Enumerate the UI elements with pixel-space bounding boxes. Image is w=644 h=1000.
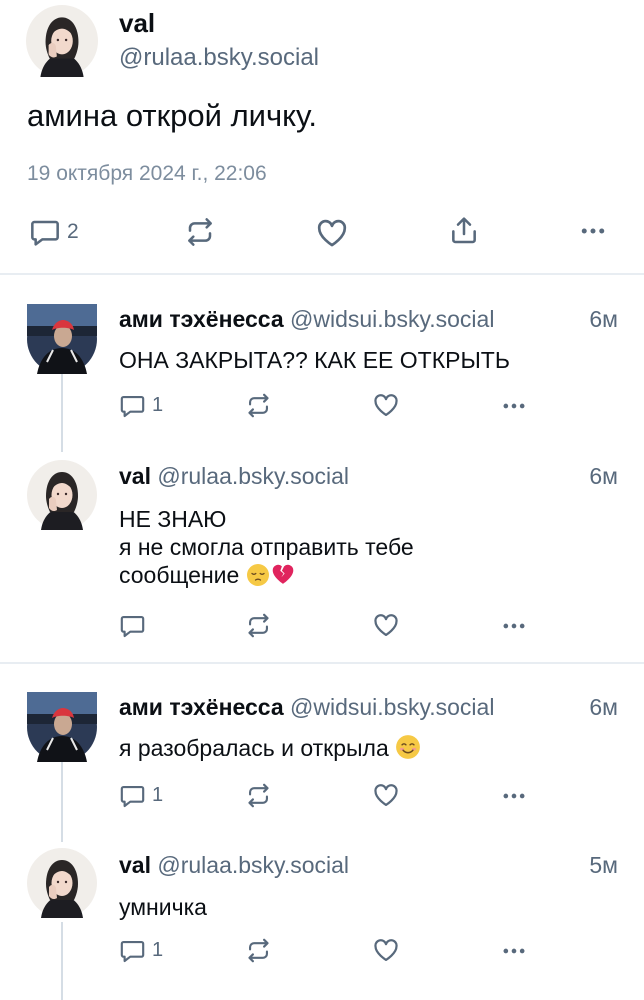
divider (0, 273, 644, 275)
repost-button[interactable] (245, 392, 272, 419)
author-handle[interactable]: @widsui.bsky.social (290, 306, 494, 332)
avatar[interactable] (27, 848, 97, 918)
more-options-button[interactable] (500, 782, 528, 810)
heart-icon (372, 391, 400, 419)
like-button[interactable] (372, 391, 400, 419)
more-icon (578, 216, 608, 246)
reply-line-with-emoji: сообщение (119, 561, 414, 589)
reply-line: умничка (119, 894, 207, 920)
repost-icon (245, 612, 272, 639)
author-name[interactable]: val (119, 852, 151, 878)
more-options-button[interactable] (578, 216, 608, 246)
reply-icon (29, 216, 61, 248)
more-options-button[interactable] (500, 392, 528, 420)
reply-line-with-emoji: я разобралась и открыла (119, 734, 421, 762)
like-button[interactable] (315, 216, 349, 250)
heart-icon (372, 611, 400, 639)
reply-count: 1 (152, 939, 164, 961)
heart-icon (372, 936, 400, 964)
heart-icon (315, 216, 349, 250)
avatar[interactable] (27, 692, 97, 762)
more-options-button[interactable] (500, 937, 528, 965)
reply-text: умничка (119, 893, 207, 921)
like-button[interactable] (372, 781, 400, 809)
more-icon (500, 612, 528, 640)
more-icon (500, 937, 528, 965)
like-button[interactable] (372, 936, 400, 964)
repost-button[interactable] (245, 782, 272, 809)
reply-actions: 1 (0, 933, 644, 969)
repost-icon (245, 392, 272, 419)
reply-line: я не смогла отправить тебе (119, 534, 414, 560)
repost-icon (245, 782, 272, 809)
reply-line: НЕ ЗНАЮ (119, 506, 227, 532)
reply-line: ОНА ЗАКРЫТА?? КАК ЕЕ ОТКРЫТЬ (119, 347, 510, 373)
heart-icon (372, 781, 400, 809)
reply-line: сообщение (119, 562, 240, 588)
like-button[interactable] (372, 611, 400, 639)
reply-header: val @rulaa.bsky.social (119, 463, 349, 490)
reply-button[interactable]: 1 (119, 937, 163, 964)
reply-header: ами тэхёнесса @widsui.bsky.social (119, 694, 494, 721)
reply-icon (119, 392, 146, 419)
more-icon (500, 392, 528, 420)
repost-icon (184, 216, 216, 248)
reply-actions: 1 (0, 388, 644, 424)
post-actions: 2 (0, 210, 644, 254)
reply-header: val @rulaa.bsky.social (119, 852, 349, 879)
more-options-button[interactable] (500, 612, 528, 640)
author-name[interactable]: ами тэхёнесса (119, 694, 284, 720)
share-button[interactable] (448, 214, 480, 246)
author-handle[interactable]: @rulaa.bsky.social (119, 44, 319, 72)
reply-icon (119, 782, 146, 809)
reply-icon (119, 937, 146, 964)
reply-button[interactable]: 1 (119, 782, 163, 809)
avatar[interactable] (27, 460, 97, 530)
reply-count: 1 (152, 784, 164, 806)
reply-button[interactable] (119, 612, 146, 639)
reply-count: 2 (67, 220, 79, 243)
repost-icon (245, 937, 272, 964)
main-post: val @rulaa.bsky.social амина открой личк… (0, 0, 644, 275)
reply-text: ОНА ЗАКРЫТА?? КАК ЕЕ ОТКРЫТЬ (119, 346, 510, 374)
repost-button[interactable] (245, 937, 272, 964)
reply-icon (119, 612, 146, 639)
repost-button[interactable] (184, 216, 216, 248)
broken-heart-emoji (270, 561, 296, 587)
author-handle[interactable]: @rulaa.bsky.social (157, 852, 349, 878)
avatar[interactable] (26, 5, 98, 77)
author-name[interactable]: val (119, 463, 151, 489)
avatar[interactable] (27, 304, 97, 374)
divider (0, 662, 644, 664)
more-icon (500, 782, 528, 810)
reply-actions: 1 (0, 778, 644, 814)
reply-button[interactable]: 1 (119, 392, 163, 419)
timestamp: 6м (589, 463, 618, 489)
author-name[interactable]: val (119, 8, 155, 39)
repost-button[interactable] (245, 612, 272, 639)
reply-header: ами тэхёнесса @widsui.bsky.social (119, 306, 494, 333)
reply-line: я разобралась и открыла (119, 735, 389, 761)
reply-button[interactable]: 2 (29, 216, 79, 248)
reply-text: НЕ ЗНАЮ я не смогла отправить тебе сообщ… (119, 505, 414, 589)
timestamp: 6м (589, 694, 618, 720)
post-date: 19 октября 2024 г., 22:06 (27, 162, 267, 185)
reply-actions (0, 608, 644, 644)
reply-text: я разобралась и открыла (119, 734, 421, 762)
pensive-face-emoji (246, 563, 270, 587)
post-text: амина открой личку. (27, 98, 318, 133)
author-handle[interactable]: @rulaa.bsky.social (157, 463, 349, 489)
timestamp: 6м (589, 306, 618, 332)
share-icon (448, 214, 480, 246)
reply-count: 1 (152, 394, 164, 416)
timestamp: 5м (589, 852, 618, 878)
author-name[interactable]: ами тэхёнесса (119, 306, 284, 332)
smiling-face-emoji (395, 734, 421, 760)
author-handle[interactable]: @widsui.bsky.social (290, 694, 494, 720)
